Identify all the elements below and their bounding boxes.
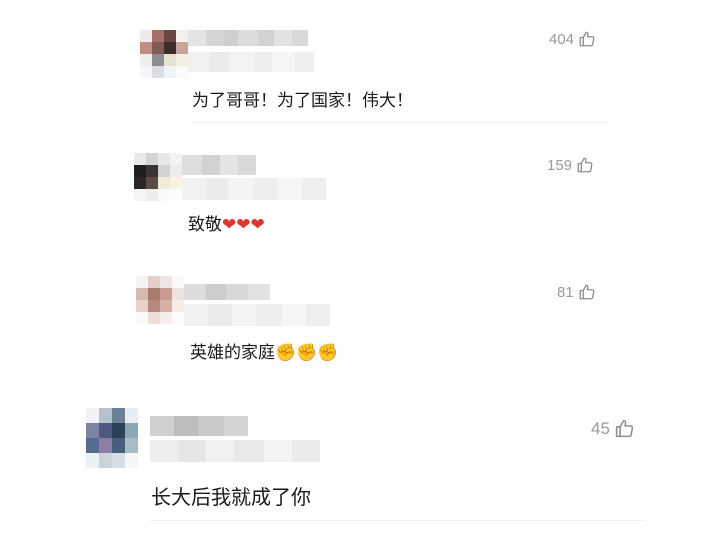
username-blurred[interactable] (182, 155, 256, 175)
timestamp-blurred (184, 304, 330, 326)
comment-text: 英雄的家庭✊✊✊ (190, 338, 339, 363)
comment-text: 为了哥哥！为了国家！伟大！ (192, 91, 413, 111)
divider (192, 122, 607, 123)
avatar[interactable] (136, 276, 184, 324)
comment-text: 长大后我就成了你 (151, 485, 311, 509)
fist-icon: ✊ (275, 343, 297, 363)
like-button[interactable]: 159 (547, 156, 594, 174)
heart-icon: ❤ (222, 215, 237, 235)
heart-icon: ❤ (236, 215, 251, 235)
avatar[interactable] (86, 408, 138, 468)
thumbs-up-icon (579, 31, 595, 47)
heart-icon: ❤ (250, 215, 265, 235)
comment-text-body: 致敬 (188, 215, 222, 235)
timestamp-blurred (188, 52, 328, 72)
comment-item: 404 为了哥哥！为了国家！伟大！ (0, 0, 726, 125)
avatar[interactable] (134, 153, 182, 201)
thumbs-up-icon (579, 284, 595, 300)
like-button[interactable]: 45 (591, 418, 635, 439)
thumbs-up-icon (615, 419, 634, 438)
avatar[interactable] (140, 30, 188, 78)
username-blurred[interactable] (150, 416, 248, 436)
divider (150, 520, 646, 521)
like-button[interactable]: 404 (549, 30, 596, 48)
comment-text: 致敬❤❤❤ (188, 210, 265, 235)
like-button[interactable]: 81 (557, 283, 596, 301)
timestamp-blurred (150, 440, 320, 462)
thumbs-up-icon (577, 157, 593, 173)
timestamp-blurred (182, 178, 328, 200)
like-count: 81 (557, 283, 574, 301)
username-blurred[interactable] (184, 284, 270, 300)
fist-icon: ✊ (296, 343, 318, 363)
like-count: 45 (591, 418, 610, 438)
username-blurred[interactable] (188, 30, 308, 46)
like-count: 404 (549, 30, 575, 48)
fist-icon: ✊ (317, 343, 339, 363)
comment-text-body: 英雄的家庭 (190, 343, 275, 363)
like-count: 159 (547, 156, 573, 174)
